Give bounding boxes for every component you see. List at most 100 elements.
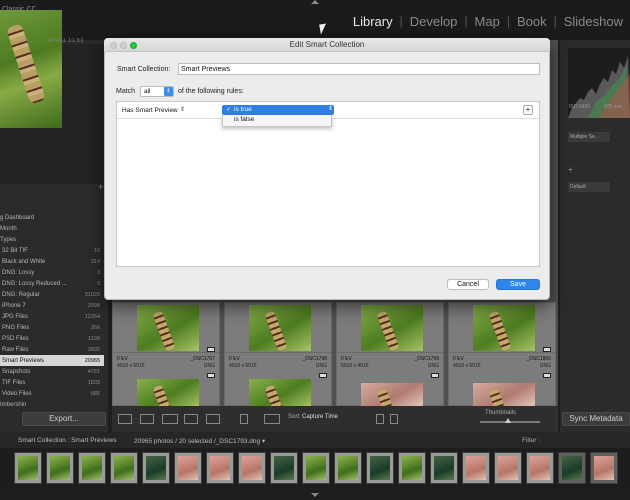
grid-thumbnail[interactable] — [137, 379, 199, 407]
filmstrip-photo-count[interactable]: 20965 photos / 20 selected /_DSC1793.dng… — [134, 437, 265, 445]
collection-item[interactable]: TIF Files 1833 — [0, 377, 104, 388]
save-button[interactable]: Save — [496, 279, 540, 290]
grid-cell[interactable]: · · · · — [112, 302, 220, 359]
collection-item[interactable]: 32 Bit TIF 19 — [0, 245, 104, 256]
collection-item[interactable]: Month — [0, 223, 104, 234]
collection-item[interactable]: iPhone 7 2098 — [0, 300, 104, 311]
collapse-filmstrip-arrow-icon[interactable] — [311, 493, 319, 497]
grid-thumbnail[interactable] — [249, 305, 311, 351]
grid-cell[interactable]: · · · · — [224, 302, 332, 359]
grid-cell[interactable]: · · · · — [336, 302, 444, 359]
badge-icon — [207, 373, 215, 378]
multiple-select-dropdown[interactable]: Multiple Se... — [568, 132, 610, 142]
add-collection-icon[interactable]: + — [98, 182, 103, 192]
collection-label: Smart Previews — [2, 357, 45, 364]
collection-item[interactable]: PNG Files 266 — [0, 322, 104, 333]
grid-thumbnail[interactable] — [473, 383, 535, 407]
collection-item[interactable]: DNG: Regular 31028 — [0, 289, 104, 300]
rule-operator-option-selected[interactable]: is true — [234, 106, 252, 113]
collection-item[interactable]: g Dashboard — [0, 212, 104, 223]
filmstrip-thumbnail[interactable] — [142, 452, 170, 484]
grid-cell[interactable]: · · · · — [448, 302, 556, 359]
compare-view-icon[interactable] — [162, 414, 178, 424]
filmstrip-source[interactable]: Smart Collection : Smart Previews — [18, 437, 117, 444]
chevron-updown-icon[interactable]: ⇕ — [180, 106, 185, 113]
slider-knob-icon[interactable] — [505, 418, 511, 423]
collection-item[interactable]: Types — [0, 234, 104, 245]
grid-thumbnail[interactable] — [361, 305, 423, 351]
module-book[interactable]: Book — [510, 14, 554, 29]
grid-cell[interactable]: 0 EV _DSC1799 6016 x 4016 DNG — [336, 352, 444, 407]
filmstrip-thumbnail[interactable] — [526, 452, 554, 484]
collection-item[interactable]: Raw Files 2892 — [0, 344, 104, 355]
collection-count: 266 — [90, 324, 100, 331]
chevron-updown-icon[interactable]: ⇕ — [328, 105, 333, 112]
collection-item[interactable]: JPG Files 12264 — [0, 311, 104, 322]
smart-collection-name-input[interactable] — [178, 63, 540, 75]
navigator-preview[interactable] — [0, 10, 62, 128]
filmstrip-thumbnail[interactable] — [78, 452, 106, 484]
filmstrip-thumbnail[interactable] — [14, 452, 42, 484]
exposure-label: 0 EV — [453, 356, 464, 362]
collection-item[interactable]: DNG: Lossy 3 — [0, 267, 104, 278]
survey-view-icon[interactable] — [184, 414, 198, 424]
filmstrip-thumbnail[interactable] — [270, 452, 298, 484]
module-develop[interactable]: Develop — [403, 14, 465, 29]
reject-flag-icon[interactable] — [390, 414, 398, 424]
sort-direction-icon[interactable] — [264, 414, 280, 424]
filmstrip-thumbnail[interactable] — [302, 452, 330, 484]
loupe-view-icon[interactable] — [140, 414, 154, 424]
module-map[interactable]: Map — [468, 14, 507, 29]
add-rule-button[interactable]: + — [523, 105, 533, 115]
filmstrip-thumbnail[interactable] — [494, 452, 522, 484]
collection-item[interactable]: Snapshots 4761 — [0, 366, 104, 377]
filmstrip-thumbnail[interactable] — [238, 452, 266, 484]
module-library[interactable]: Library — [346, 14, 400, 29]
filmstrip-thumbnail[interactable] — [558, 452, 586, 484]
export-button[interactable]: Export... — [22, 412, 106, 426]
collection-item[interactable]: Black and White 314 — [0, 256, 104, 267]
collection-item[interactable]: PSD Files 1109 — [0, 333, 104, 344]
grid-thumbnail[interactable] — [137, 305, 199, 351]
filmstrip-thumbnail[interactable] — [46, 452, 74, 484]
file-name: _DSC1800 — [526, 356, 551, 362]
filmstrip-thumbnail[interactable] — [366, 452, 394, 484]
filmstrip-thumbnail[interactable] — [590, 452, 618, 484]
filmstrip-thumbnail[interactable] — [462, 452, 490, 484]
grid-thumbnail[interactable] — [249, 379, 311, 407]
module-slideshow[interactable]: Slideshow — [557, 14, 630, 29]
filmstrip-thumbnail[interactable] — [174, 452, 202, 484]
filmstrip-thumbnail[interactable] — [110, 452, 138, 484]
collection-item[interactable]: Video Files 685 — [0, 388, 104, 399]
exposure-label: 0 EV — [229, 356, 240, 362]
cancel-button[interactable]: Cancel — [447, 279, 489, 290]
grid-cell[interactable]: 0 EV _DSC1797 4016 x 6016 DNG — [112, 352, 220, 407]
sort-dropdown[interactable]: Capture Time — [302, 414, 338, 420]
default-preset-dropdown[interactable]: Default — [568, 182, 610, 192]
filmstrip-thumbnail[interactable] — [398, 452, 426, 484]
collection-item[interactable]: DNG: Lossy Reduced ... 0 — [0, 278, 104, 289]
collection-item[interactable]: Imbershin — [0, 399, 104, 410]
file-type: DNG — [427, 363, 439, 369]
people-view-icon[interactable] — [206, 414, 220, 424]
painter-icon[interactable] — [240, 414, 248, 424]
filter-label[interactable]: Filter : — [522, 437, 540, 444]
rule-operator-option[interactable]: is false — [234, 116, 254, 123]
grid-cell[interactable]: 0 EV _DSC1800 4016 x 6016 DNG — [448, 352, 556, 407]
filmstrip-thumbnail[interactable] — [430, 452, 458, 484]
grid-cell[interactable]: 0 EV _DSC1798 4016 x 6016 DNG — [224, 352, 332, 407]
filmstrip-thumbnail[interactable] — [334, 452, 362, 484]
add-icon[interactable]: + — [568, 165, 573, 174]
collapse-top-panel-arrow-icon[interactable] — [311, 0, 319, 4]
grid-view-icon[interactable] — [118, 414, 132, 424]
match-select[interactable]: all ⇕ — [140, 86, 174, 97]
file-name: _DSC1798 — [302, 356, 327, 362]
sync-metadata-button[interactable]: Sync Metadata — [562, 412, 630, 426]
filmstrip-thumbnail[interactable] — [206, 452, 234, 484]
grid-thumbnail[interactable] — [361, 383, 423, 407]
grid-thumbnail[interactable] — [473, 305, 535, 351]
collection-item-selected[interactable]: Smart Previews 20965 — [0, 355, 104, 366]
pick-flag-icon[interactable] — [376, 414, 384, 424]
navigator-zoom-options[interactable]: FIT FILL 1:1 3:1 — [48, 38, 83, 44]
rule-field-select[interactable]: Has Smart Preview — [122, 107, 178, 114]
